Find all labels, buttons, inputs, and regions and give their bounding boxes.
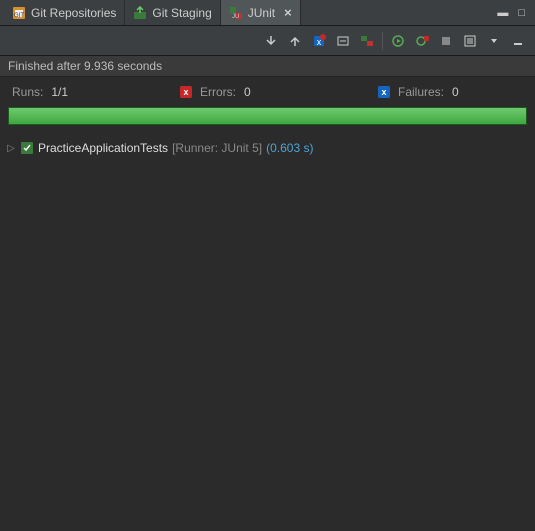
history-button[interactable] <box>461 32 479 50</box>
tab-label: JUnit <box>248 6 275 20</box>
close-icon[interactable]: × <box>284 6 292 19</box>
tabs-container: GIT Git Repositories Git Staging JU JUni… <box>4 0 301 25</box>
scroll-lock-button[interactable] <box>334 32 352 50</box>
rerun-test-button[interactable] <box>389 32 407 50</box>
toolbar: x <box>0 26 535 56</box>
tab-bar: GIT Git Repositories Git Staging JU JUni… <box>0 0 535 26</box>
stat-runs: Runs: 1/1 <box>12 85 172 99</box>
runs-label: Runs: <box>12 85 43 99</box>
errors-icon: x <box>180 86 192 98</box>
tab-label: Git Repositories <box>31 6 116 20</box>
minimize-view-button[interactable] <box>509 32 527 50</box>
stats-row: Runs: 1/1 x Errors: 0 x Failures: 0 <box>0 77 535 107</box>
progress-bar <box>8 107 527 125</box>
junit-icon: JU <box>229 6 243 20</box>
runs-value: 1/1 <box>51 85 68 99</box>
tab-junit[interactable]: JU JUnit × <box>221 0 301 25</box>
tab-git-repositories[interactable]: GIT Git Repositories <box>4 0 125 25</box>
errors-label: Errors: <box>200 85 236 99</box>
maximize-button[interactable]: □ <box>518 7 525 19</box>
progress-fill <box>9 108 526 124</box>
git-repo-icon: GIT <box>12 6 26 20</box>
test-pass-icon <box>20 141 34 155</box>
svg-text:JU: JU <box>232 14 239 20</box>
test-tree: ▷ PracticeApplicationTests [Runner: JUni… <box>0 133 535 163</box>
tab-git-staging[interactable]: Git Staging <box>125 0 220 25</box>
test-runner: [Runner: JUnit 5] <box>172 141 262 155</box>
view-menu-dropdown[interactable] <box>485 32 503 50</box>
prev-failure-button[interactable] <box>286 32 304 50</box>
failures-only-button[interactable]: x <box>310 32 328 50</box>
failures-label: Failures: <box>398 85 444 99</box>
stop-button[interactable] <box>437 32 455 50</box>
svg-text:GIT: GIT <box>14 13 24 19</box>
tree-row[interactable]: ▷ PracticeApplicationTests [Runner: JUni… <box>6 139 529 157</box>
failures-value: 0 <box>452 85 459 99</box>
errors-value: 0 <box>244 85 251 99</box>
toolbar-separator <box>382 32 383 50</box>
stat-failures: x Failures: 0 <box>378 85 459 99</box>
failures-icon: x <box>378 86 390 98</box>
test-name: PracticeApplicationTests <box>38 141 168 155</box>
next-failure-button[interactable] <box>262 32 280 50</box>
status-line: Finished after 9.936 seconds <box>0 56 535 77</box>
git-staging-icon <box>133 6 147 20</box>
progress-container <box>0 107 535 133</box>
show-skipped-button[interactable] <box>358 32 376 50</box>
rerun-failed-button[interactable] <box>413 32 431 50</box>
status-text: Finished after 9.936 seconds <box>8 59 162 73</box>
test-time: (0.603 s) <box>266 141 313 155</box>
window-controls: ▬ □ <box>497 7 531 19</box>
stat-errors: x Errors: 0 <box>180 85 370 99</box>
expand-icon[interactable]: ▷ <box>6 143 16 154</box>
tab-label: Git Staging <box>152 6 211 20</box>
minimize-button[interactable]: ▬ <box>497 7 508 19</box>
